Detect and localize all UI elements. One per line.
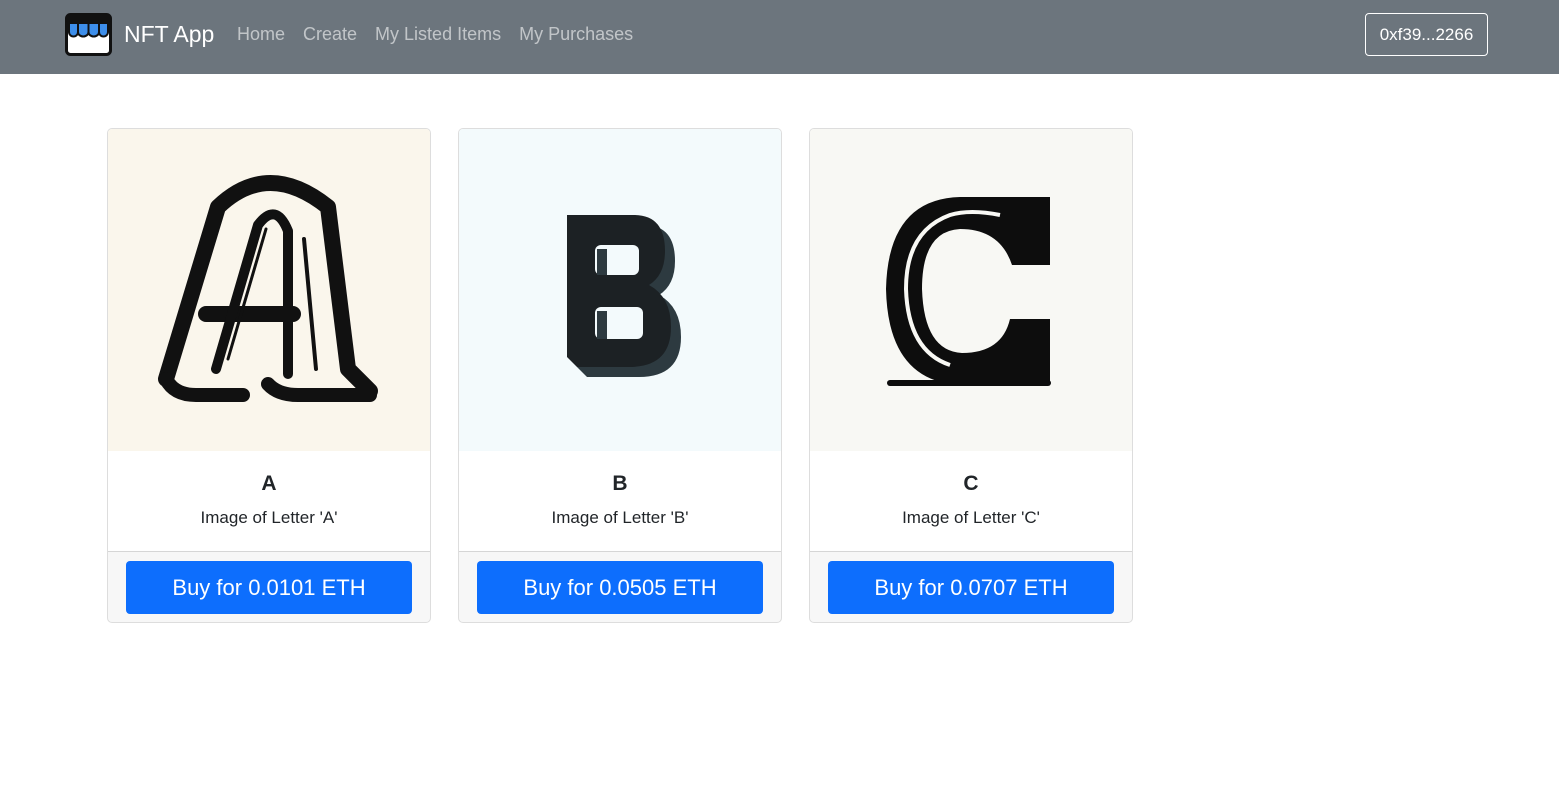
card-body: B Image of Letter 'B' <box>459 451 781 551</box>
nav-link-my-listed-items[interactable]: My Listed Items <box>366 22 510 46</box>
nav-link-home[interactable]: Home <box>228 22 294 46</box>
card-body: C Image of Letter 'C' <box>810 451 1132 551</box>
nft-card-c: C Image of Letter 'C' Buy for 0.0707 ETH <box>809 128 1133 623</box>
card-footer: Buy for 0.0101 ETH <box>108 551 430 622</box>
card-footer: Buy for 0.0707 ETH <box>810 551 1132 622</box>
nav-link-my-purchases[interactable]: My Purchases <box>510 22 642 46</box>
nft-card-b: B Image of Letter 'B' Buy for 0.0505 ETH <box>458 128 782 623</box>
nav-link-create[interactable]: Create <box>294 22 366 46</box>
nft-image-letter-a <box>108 129 430 451</box>
brand-link[interactable]: NFT App <box>65 13 214 56</box>
nft-image-letter-b <box>459 129 781 451</box>
storefront-icon <box>65 13 112 56</box>
card-body: A Image of Letter 'A' <box>108 451 430 551</box>
nft-card-a: A Image of Letter 'A' Buy for 0.0101 ETH <box>107 128 431 623</box>
nav-links: Home Create My Listed Items My Purchases <box>228 22 642 46</box>
nft-image-letter-c <box>810 129 1132 451</box>
nft-title: C <box>963 472 979 495</box>
nft-description: Image of Letter 'C' <box>902 508 1040 527</box>
nft-title: A <box>261 472 277 495</box>
nft-description: Image of Letter 'B' <box>551 508 689 527</box>
buy-button[interactable]: Buy for 0.0707 ETH <box>828 561 1114 614</box>
wallet-account-button[interactable]: 0xf39...2266 <box>1365 13 1488 56</box>
card-footer: Buy for 0.0505 ETH <box>459 551 781 622</box>
buy-button[interactable]: Buy for 0.0101 ETH <box>126 561 412 614</box>
nft-description: Image of Letter 'A' <box>200 508 338 527</box>
top-navbar: NFT App Home Create My Listed Items My P… <box>0 0 1559 74</box>
nft-title: B <box>612 472 628 495</box>
brand-name: NFT App <box>124 21 215 47</box>
buy-button[interactable]: Buy for 0.0505 ETH <box>477 561 763 614</box>
